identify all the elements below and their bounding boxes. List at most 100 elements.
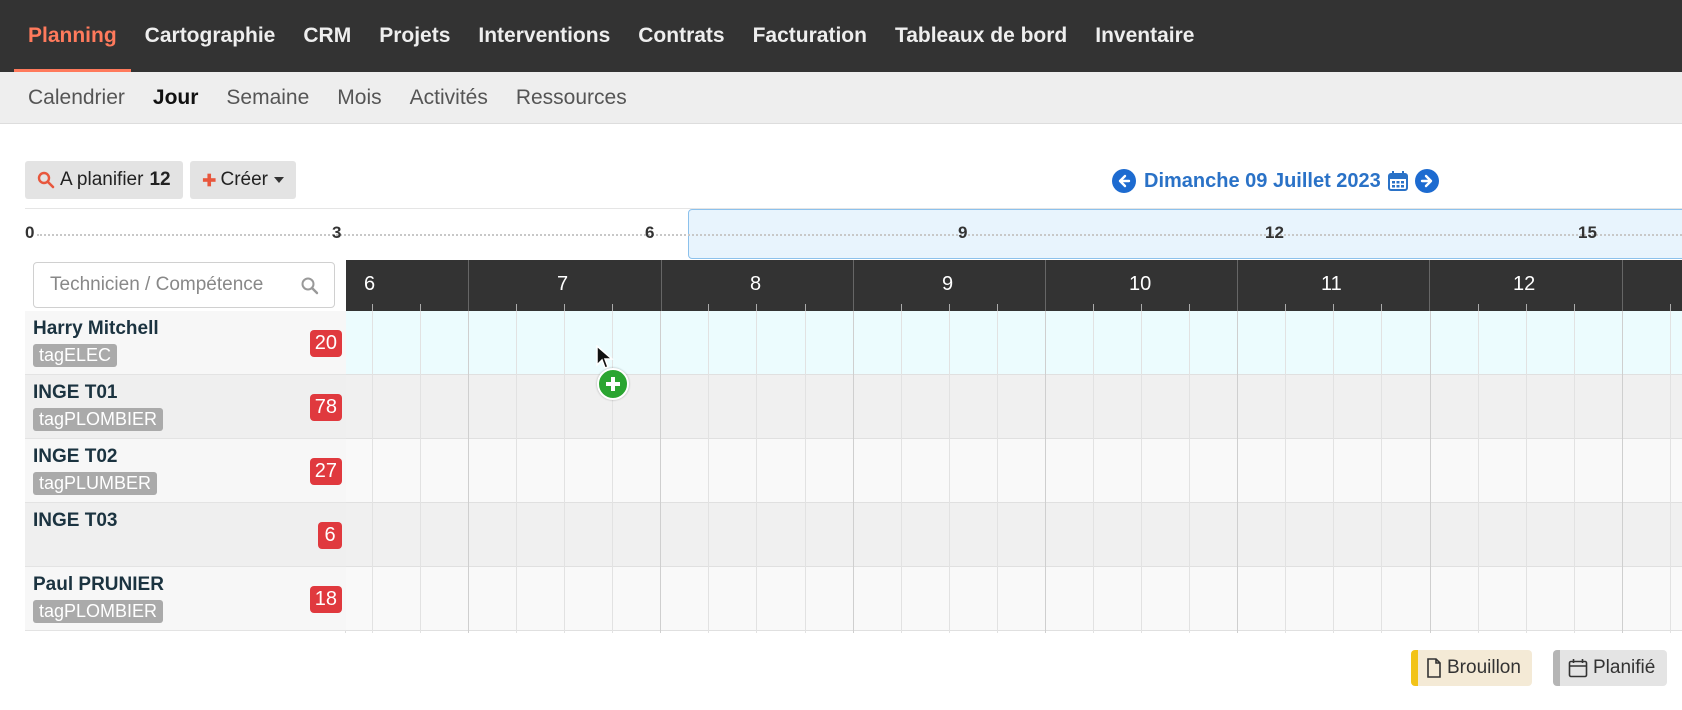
legend-planifie[interactable]: Planifié: [1553, 650, 1667, 686]
grid-line: [1526, 311, 1527, 633]
hour-tick: [1381, 304, 1382, 311]
subnav-item-calendrier[interactable]: Calendrier: [14, 86, 139, 110]
schedule-row[interactable]: [346, 439, 1682, 503]
file-icon: [1427, 658, 1441, 678]
grid-line: [805, 311, 806, 633]
topnav-item-tableaux-de-bord[interactable]: Tableaux de bord: [881, 0, 1081, 72]
overview-label: 3: [332, 223, 342, 242]
grid-line: [901, 311, 902, 633]
grid-line: [468, 311, 469, 633]
hour-label: 9: [942, 273, 954, 295]
overview-label: 9: [958, 223, 968, 242]
creer-label: Créer: [220, 169, 268, 190]
hours-header: 6 7 8 9 10 11 12: [346, 260, 1682, 311]
hour-tick: [1285, 304, 1286, 311]
technician-row[interactable]: Harry Mitchell tagELEC 20: [25, 311, 346, 375]
arrow-left-circle-icon[interactable]: [1112, 169, 1136, 193]
topnav-item-facturation[interactable]: Facturation: [739, 0, 881, 72]
hour-label: 6: [364, 273, 376, 295]
hour-label: 11: [1321, 273, 1342, 295]
grid-line: [1381, 311, 1382, 633]
arrow-right-circle-icon[interactable]: [1414, 169, 1439, 193]
grid-line: [708, 311, 709, 633]
technician-count-badge: 78: [309, 394, 342, 421]
a-planifier-button[interactable]: A planifier 12: [25, 161, 183, 199]
overview-label: 0: [25, 223, 35, 242]
chevron-down-icon: [274, 177, 284, 183]
overview-timeline[interactable]: 0 3 6 9 12 15: [25, 208, 1682, 260]
hour-tick: [516, 304, 517, 311]
hour-tick: [756, 304, 757, 311]
hour-tick: [997, 304, 998, 311]
grid-line: [516, 311, 517, 633]
overview-dotted-line: [37, 234, 1682, 236]
subnav-item-activites[interactable]: Activités: [396, 86, 502, 110]
topnav-item-projets[interactable]: Projets: [365, 0, 464, 72]
grid-line: [1670, 311, 1671, 633]
creer-dropdown-button[interactable]: Créer: [190, 161, 296, 199]
subnav-item-ressources[interactable]: Ressources: [502, 86, 641, 110]
schedule-row[interactable]: [346, 311, 1682, 375]
current-date[interactable]: Dimanche 09 Juillet 2023: [1144, 170, 1381, 193]
hour-ticks: [346, 303, 1682, 311]
add-circle-icon[interactable]: [597, 368, 629, 400]
grid-line: [1189, 311, 1190, 633]
grid-line: [1574, 311, 1575, 633]
hour-tick: [1670, 304, 1671, 311]
schedule-grid[interactable]: [346, 311, 1682, 633]
search-icon[interactable]: [300, 276, 320, 296]
subnav-item-semaine[interactable]: Semaine: [212, 86, 323, 110]
technician-count-badge: 18: [309, 586, 342, 613]
technician-row[interactable]: INGE T02 tagPLUMBER 27: [25, 439, 346, 503]
grid-line: [1430, 311, 1431, 633]
hour-tick: [1333, 304, 1334, 311]
legend-brouillon[interactable]: Brouillon: [1411, 650, 1532, 686]
technician-row[interactable]: Paul PRUNIER tagPLOMBIER 18: [25, 567, 346, 631]
topnav-item-cartographie[interactable]: Cartographie: [131, 0, 290, 72]
subnav-item-jour[interactable]: Jour: [139, 86, 213, 110]
calendar-icon: [1568, 659, 1588, 678]
plus-icon: [202, 173, 216, 187]
technician-count-badge: 20: [309, 330, 342, 357]
search-icon: [37, 171, 55, 189]
hour-tick: [805, 304, 806, 311]
grid-line: [1237, 311, 1238, 633]
sub-navigation: Calendrier Jour Semaine Mois Activités R…: [0, 72, 1682, 124]
topnav-item-planning[interactable]: Planning: [14, 0, 131, 72]
technician-name: INGE T03: [33, 510, 118, 531]
hour-label: 10: [1129, 273, 1152, 295]
legend-planifie-label: Planifié: [1593, 657, 1656, 678]
technician-search-input[interactable]: [50, 274, 290, 296]
hour-tick: [1189, 304, 1190, 311]
technician-name: Harry Mitchell: [33, 318, 159, 339]
technician-row[interactable]: INGE T01 tagPLOMBIER 78: [25, 375, 346, 439]
top-navigation: Planning Cartographie CRM Projets Interv…: [0, 0, 1682, 72]
schedule-row[interactable]: [346, 567, 1682, 631]
calendar-icon[interactable]: [1387, 170, 1409, 192]
hour-tick: [564, 304, 565, 311]
technician-tag: tagPLOMBIER: [33, 600, 164, 623]
topnav-item-contrats[interactable]: Contrats: [624, 0, 738, 72]
grid-line: [660, 311, 661, 633]
hour-label: 8: [750, 273, 762, 295]
hour-tick: [708, 304, 709, 311]
technician-tag: tagPLOMBIER: [33, 408, 164, 431]
schedule-row[interactable]: [346, 375, 1682, 439]
schedule-row[interactable]: [346, 503, 1682, 567]
a-planifier-label: A planifier: [60, 169, 144, 190]
topnav-item-inventaire[interactable]: Inventaire: [1081, 0, 1208, 72]
grid-line: [1141, 311, 1142, 633]
technician-tag: tagPLUMBER: [33, 472, 158, 495]
topnav-item-crm[interactable]: CRM: [289, 0, 365, 72]
hour-tick: [949, 304, 950, 311]
subnav-item-mois[interactable]: Mois: [323, 86, 395, 110]
hour-tick: [901, 304, 902, 311]
technician-name: Paul PRUNIER: [33, 574, 164, 595]
hour-tick: [420, 304, 421, 311]
hour-tick: [1093, 304, 1094, 311]
hour-tick: [372, 304, 373, 311]
topnav-item-interventions[interactable]: Interventions: [464, 0, 624, 72]
hour-tick: [1574, 304, 1575, 311]
technician-row[interactable]: INGE T03 6: [25, 503, 346, 567]
a-planifier-count: 12: [149, 169, 171, 190]
